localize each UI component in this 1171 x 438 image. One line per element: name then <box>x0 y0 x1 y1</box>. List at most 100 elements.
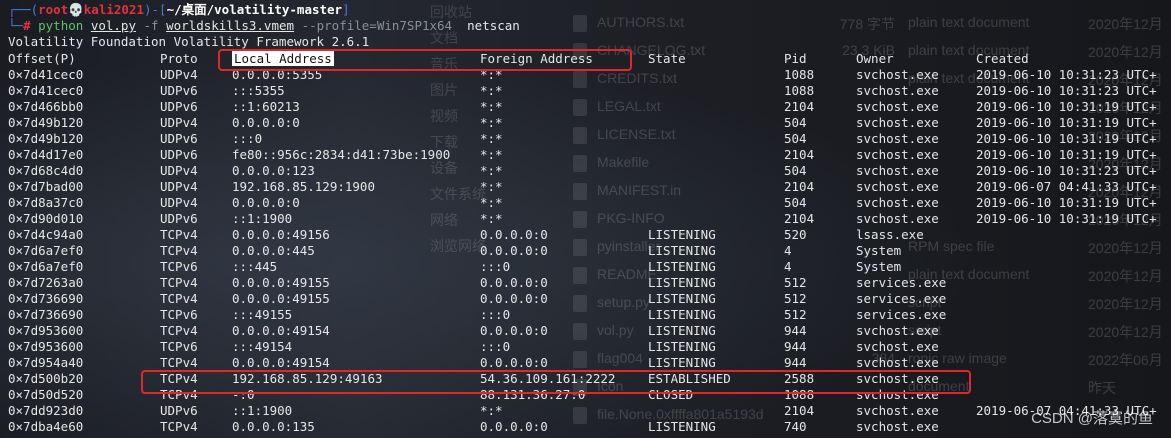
cell-local: ::1:1900 <box>232 211 293 226</box>
cell-state: LISTENING <box>648 323 716 338</box>
cell-offset: 0×7d50d520 <box>8 387 84 402</box>
cell-owner: services.exe <box>856 307 947 322</box>
cell-state: LISTENING <box>648 243 716 258</box>
cell-pid: 512 <box>784 275 807 290</box>
cell-created: 2019-06-10 10:31:23 UTC+ <box>976 67 1157 82</box>
file-icon <box>573 183 587 200</box>
command-line[interactable]: └─# python vol.py -f worldskills3.vmem -… <box>8 18 520 34</box>
cell-offset: 0×7d41cec0 <box>8 67 84 82</box>
cell-owner: svchost.exe <box>856 115 939 130</box>
cell-created: 2019-06-07 04:41:33 UTC+ <box>976 179 1157 194</box>
cell-local: ::1:1900 <box>232 403 293 418</box>
cell-created: 2019-06-10 10:31:23 UTC+ <box>976 163 1157 178</box>
cell-local: :::5355 <box>232 83 285 98</box>
file-icon <box>573 239 587 256</box>
cell-foreign: *:* <box>480 179 503 194</box>
cell-offset: 0×7d68c4d0 <box>8 163 84 178</box>
cell-owner: svchost.exe <box>856 163 939 178</box>
cell-offset: 0×7d953600 <box>8 323 84 338</box>
cell-offset: 0×7d953600 <box>8 339 84 354</box>
cell-foreign: :::0 <box>480 307 511 322</box>
cell-offset: 0×7dd923d0 <box>8 403 84 418</box>
cell-foreign: *:* <box>480 131 503 146</box>
bg-file-name: flag004 <box>597 350 643 366</box>
cell-proto: TCPv6 <box>160 307 198 322</box>
cell-offset: 0×7d8a37c0 <box>8 195 84 210</box>
cell-state: LISTENING <box>648 307 716 322</box>
header-proto: Proto <box>160 51 198 66</box>
prompt-suffix: ] <box>342 2 350 17</box>
cell-state: LISTENING <box>648 339 716 354</box>
cell-offset: 0×7d466bb0 <box>8 99 84 114</box>
cell-owner: svchost.exe <box>856 147 939 162</box>
cell-created: 2019-06-10 10:31:19 UTC+ <box>976 195 1157 210</box>
cell-local: ::1:60213 <box>232 99 300 114</box>
cell-proto: TCPv4 <box>160 243 198 258</box>
cell-pid: 512 <box>784 307 807 322</box>
header-state: State <box>648 51 686 66</box>
file-icon <box>573 295 587 312</box>
bg-file-name: vol.py <box>597 322 634 338</box>
volatility-banner: Volatility Foundation Volatility Framewo… <box>8 34 370 49</box>
bg-file-name: setup.py <box>597 294 650 310</box>
cell-proto: TCPv4 <box>160 227 198 242</box>
header-pid: Pid <box>784 51 807 66</box>
command-script: vol.py <box>90 18 136 33</box>
prompt-separator: )-[ <box>143 2 167 17</box>
cell-offset: 0×7d4c94a0 <box>8 227 84 242</box>
file-icon <box>573 127 587 144</box>
command-profile: --profile=Win7SP1x64 <box>301 18 453 33</box>
cell-proto: UDPv6 <box>160 83 198 98</box>
bg-file-type: plain text document <box>908 14 1030 30</box>
prompt-path: ~/桌面/volatility-master <box>166 2 343 17</box>
cell-pid: 944 <box>784 339 807 354</box>
cell-created: 2019-06-10 10:31:19 UTC+ <box>976 115 1157 130</box>
cell-local: fe80::956c:2834:d41:73be:1900 <box>232 147 451 162</box>
cell-offset: 0×7d49b120 <box>8 115 84 130</box>
cell-foreign: *:* <box>480 147 503 162</box>
cell-local: 0.0.0.0:49156 <box>232 227 330 242</box>
cell-proto: UDPv6 <box>160 211 198 226</box>
cell-foreign: *:* <box>480 99 503 114</box>
cell-local: :::49154 <box>232 339 293 354</box>
bg-file-name: Makefile <box>597 154 650 170</box>
bg-sidebar-item: 图片 <box>430 82 458 98</box>
cell-foreign: *:* <box>480 163 503 178</box>
terminal-window[interactable]: 回收站 文档 音乐 图片 视频 下载 设备 文件系统 网络 浏览网络 AUTHORS.txt 778 … <box>0 0 1171 438</box>
cell-proto: UDPv4 <box>160 67 198 82</box>
prompt-arrow: └─ <box>8 18 24 33</box>
cell-proto: TCPv4 <box>160 323 198 338</box>
prompt-prefix: ┌──( <box>8 2 39 17</box>
bg-file-date: 2020年12月 <box>1088 240 1163 256</box>
cell-state: LISTENING <box>648 291 716 306</box>
prompt-hash: # <box>23 18 31 33</box>
cell-foreign: *:* <box>480 403 503 418</box>
cell-foreign: 0.0.0.0:0 <box>480 355 548 370</box>
cell-owner: svchost.exe <box>856 355 939 370</box>
cell-state: LISTENING <box>648 419 716 434</box>
cell-offset: 0×7d7263a0 <box>8 275 84 290</box>
annotation-box-header <box>218 49 632 71</box>
cell-local: 0.0.0.0:49155 <box>232 291 330 306</box>
bg-sidebar-item: 网络 <box>430 212 458 228</box>
cell-proto: TCPv6 <box>160 259 198 274</box>
cell-owner: svchost.exe <box>856 419 939 434</box>
cell-foreign: :::0 <box>480 339 511 354</box>
file-icon <box>573 155 587 172</box>
bg-file-date: 2020年12月 <box>1088 268 1163 284</box>
bg-file-date: 2020年12月 <box>1088 324 1163 340</box>
cell-owner: svchost.exe <box>856 99 939 114</box>
prompt-header: ┌──(root💀kali2021)-[~/桌面/volatility-mast… <box>8 2 350 18</box>
cell-proto: TCPv4 <box>160 275 198 290</box>
file-icon <box>573 71 587 88</box>
cell-owner: svchost.exe <box>856 339 939 354</box>
cell-proto: UDPv6 <box>160 131 198 146</box>
cell-local: :::445 <box>232 259 278 274</box>
bg-sidebar-item: 视频 <box>430 108 458 124</box>
file-icon <box>573 323 587 340</box>
command-image-file: worldskills3.vmem <box>166 18 295 33</box>
cell-local: 0.0.0.0:0 <box>232 115 300 130</box>
header-owner: Owner <box>856 51 894 66</box>
cell-pid: 504 <box>784 163 807 178</box>
cell-pid: 2104 <box>784 403 815 418</box>
